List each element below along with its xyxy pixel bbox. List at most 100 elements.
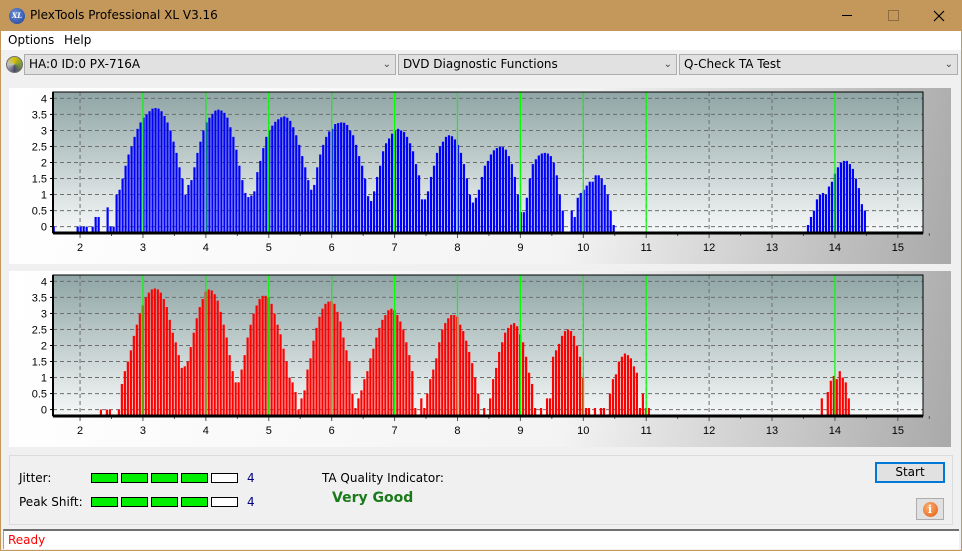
function-select[interactable]: DVD Diagnostic Functions ⌄ bbox=[398, 54, 677, 75]
histogram-bar bbox=[507, 156, 510, 232]
menu-bar: Options Help bbox=[1, 31, 961, 50]
histogram-bar bbox=[546, 153, 549, 232]
histogram-bar bbox=[809, 216, 813, 232]
test-select[interactable]: Q-Check TA Test ⌄ bbox=[679, 54, 958, 75]
histogram-bar bbox=[220, 110, 223, 232]
histogram-bar bbox=[632, 366, 636, 415]
histogram-bar bbox=[337, 123, 340, 232]
histogram-bar bbox=[187, 184, 190, 232]
drive-select[interactable]: HA:0 ID:0 PX-716A ⌄ bbox=[24, 54, 396, 75]
histogram-bar bbox=[150, 289, 153, 415]
close-button[interactable] bbox=[916, 0, 962, 31]
histogram-bar bbox=[342, 337, 345, 415]
histogram-bar bbox=[423, 199, 427, 232]
function-select-value: DVD Diagnostic Functions bbox=[403, 57, 558, 71]
histogram-bar bbox=[219, 311, 222, 415]
histogram-bar bbox=[154, 108, 157, 232]
histogram-bar bbox=[525, 197, 528, 232]
histogram-bar bbox=[399, 321, 402, 415]
jitter-meter-segment bbox=[181, 473, 208, 483]
maximize-button[interactable] bbox=[870, 0, 916, 31]
y-tick-label: 0.5 bbox=[32, 389, 47, 401]
histogram-bar bbox=[570, 210, 573, 232]
histogram-bar bbox=[117, 409, 120, 415]
peak-shift-value: 4 bbox=[247, 495, 255, 509]
histogram-bar bbox=[839, 162, 843, 232]
jitter-meter bbox=[91, 473, 238, 483]
peak-shift-meter-segment bbox=[151, 497, 178, 507]
histogram-bar bbox=[534, 159, 537, 232]
histogram-bar bbox=[549, 156, 552, 232]
histogram-bar bbox=[247, 197, 250, 232]
histogram-bar bbox=[328, 131, 331, 232]
histogram-bar bbox=[304, 167, 307, 232]
histogram-bar bbox=[288, 377, 291, 415]
histogram-bar bbox=[336, 311, 339, 415]
histogram-bar bbox=[844, 382, 847, 415]
x-tick-label: 10 bbox=[577, 425, 589, 437]
y-tick-label: 2 bbox=[41, 341, 47, 353]
histogram-bar bbox=[824, 194, 828, 232]
histogram-bar bbox=[340, 122, 343, 232]
histogram-bar bbox=[462, 164, 466, 232]
histogram-bar bbox=[847, 398, 850, 415]
histogram-bar bbox=[159, 292, 162, 415]
histogram-bar bbox=[240, 369, 243, 415]
jitter-label: Jitter: bbox=[19, 471, 52, 485]
histogram-bar bbox=[169, 130, 172, 232]
menu-options[interactable]: Options bbox=[8, 33, 54, 47]
histogram-bar bbox=[112, 226, 115, 232]
histogram-bar bbox=[826, 391, 829, 415]
histogram-bar bbox=[262, 148, 265, 232]
y-tick-label: 0.5 bbox=[32, 206, 47, 218]
histogram-bar bbox=[540, 153, 543, 232]
menu-help[interactable]: Help bbox=[64, 33, 91, 47]
histogram-bar bbox=[863, 210, 866, 232]
histogram-bar bbox=[537, 155, 540, 232]
info-button[interactable]: i bbox=[916, 498, 944, 520]
histogram-bar bbox=[390, 133, 394, 232]
histogram-bar bbox=[226, 117, 229, 232]
histogram-bar bbox=[623, 353, 627, 415]
histogram-bar bbox=[474, 377, 477, 415]
histogram-bar bbox=[620, 356, 624, 415]
histogram-bar bbox=[225, 337, 228, 415]
histogram-bar bbox=[641, 393, 644, 415]
histogram-bar bbox=[207, 289, 210, 415]
histogram-bar bbox=[285, 361, 288, 415]
histogram-bar bbox=[216, 300, 219, 415]
histogram-bar bbox=[264, 295, 267, 415]
y-tick-label: 1 bbox=[41, 373, 47, 385]
histogram-bar bbox=[273, 313, 276, 415]
histogram-bar bbox=[545, 398, 549, 415]
start-button[interactable]: Start bbox=[875, 462, 945, 483]
histogram-bar bbox=[414, 164, 418, 232]
histogram-bar bbox=[124, 165, 127, 232]
histogram-bar bbox=[99, 409, 103, 415]
histogram-bar bbox=[294, 391, 297, 415]
histogram-bar bbox=[612, 224, 615, 232]
histogram-bar bbox=[516, 326, 519, 415]
x-tick-label: 10 bbox=[577, 242, 589, 254]
histogram-bar bbox=[486, 160, 490, 232]
histogram-bar bbox=[617, 361, 621, 415]
histogram-bar bbox=[174, 342, 177, 415]
histogram-bar bbox=[258, 299, 261, 415]
minimize-button[interactable] bbox=[824, 0, 870, 31]
histogram-bar bbox=[276, 324, 279, 415]
histogram-bar bbox=[253, 191, 256, 232]
x-tick-label: 3 bbox=[140, 425, 146, 437]
histogram-bar bbox=[291, 382, 294, 415]
toolbar: HA:0 ID:0 PX-716A ⌄ DVD Diagnostic Funct… bbox=[1, 51, 961, 79]
chevron-down-icon: ⌄ bbox=[663, 59, 672, 70]
histogram-bar bbox=[156, 289, 159, 415]
x-tick-label: 8 bbox=[454, 425, 460, 437]
y-tick-label: 4 bbox=[41, 93, 47, 105]
histogram-bar bbox=[136, 128, 139, 232]
groove-jitter-chart: 0 0.5 1 1.5 2 2.5 3 3.5 4 2 3 4 5 6 7 8 9 10 11 12 13 14 15 bbox=[32, 274, 930, 437]
y-tick-label: 3 bbox=[41, 308, 47, 320]
histogram-bar bbox=[522, 342, 525, 415]
histogram-bar bbox=[815, 199, 819, 232]
histogram-bar bbox=[408, 355, 411, 415]
histogram-bar bbox=[190, 180, 193, 232]
